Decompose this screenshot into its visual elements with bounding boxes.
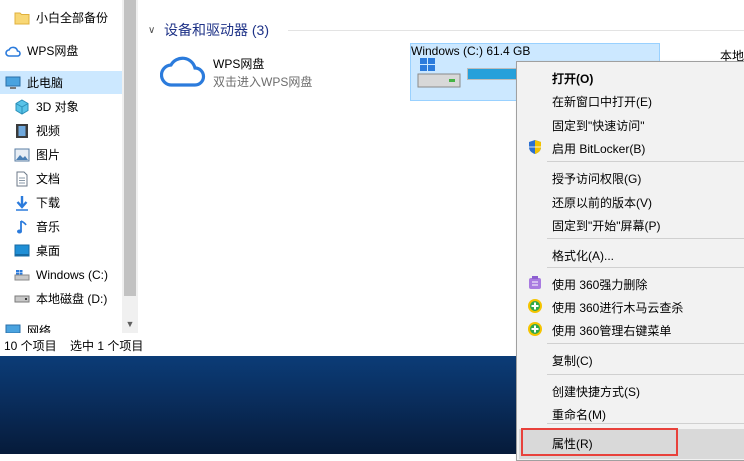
context-menu-item-4[interactable]: 授予访问权限(G)› [519,166,744,188]
context-menu-item-2[interactable]: 固定到"快速访问" [519,113,744,135]
windows-drive-icon [14,267,30,283]
context-menu-item-1[interactable]: 在新窗口中打开(E) [519,89,744,111]
computer-icon [5,75,21,91]
scroll-down-arrow-icon[interactable]: ▼ [122,316,138,332]
3d-objects-icon [14,98,30,115]
wps-cloud-icon [159,52,206,91]
context-menu-item-6[interactable]: 固定到"开始"屏幕(P) [519,213,744,235]
desktop-icon [14,243,30,259]
context-menu-separator [547,374,744,375]
chevron-down-icon: ∨ [148,24,156,36]
context-menu-item-7[interactable]: 格式化(A)... [519,243,744,265]
highlight-annotation-box [521,428,678,456]
wps-cloud-name: WPS网盘 [213,57,265,71]
network-icon [5,322,21,333]
windows-drive-large-icon [416,56,462,93]
context-menu-label: 固定到"快速访问" [552,119,645,133]
context-menu-label: 固定到"开始"屏幕(P) [552,219,661,233]
context-menu-label: 启用 BitLocker(B) [552,142,646,156]
sidebar-item-this-pc[interactable]: 此电脑 [0,71,122,94]
360-scan-icon [527,298,543,314]
context-menu-item-5[interactable]: 还原以前的版本(V) [519,190,744,212]
context-menu-item-13[interactable]: 重命名(M) [519,402,744,424]
context-menu-item-9[interactable]: 使用 360进行木马云查杀 [519,295,744,317]
context-menu-item-8[interactable]: 使用 360强力删除 [519,272,744,294]
sidebar-item-drive-c[interactable]: Windows (C:) [0,263,122,286]
context-menu-label: 复制(C) [552,354,593,368]
sidebar-item-desktop[interactable]: 桌面 [0,239,122,262]
context-menu-label: 使用 360进行木马云查杀 [552,301,684,315]
360-delete-icon [527,275,543,291]
sidebar-item-pictures[interactable]: 图片 [0,143,122,166]
context-menu-label: 在新窗口中打开(E) [552,95,652,109]
sidebar-scrollbar[interactable]: ▼ [122,0,138,333]
context-menu-item-11[interactable]: 复制(C) [519,348,744,370]
context-menu-item-10[interactable]: 使用 360管理右键菜单 [519,318,744,340]
wps-cloud-subtitle: 双击进入WPS网盘 [213,75,313,89]
context-menu-label: 还原以前的版本(V) [552,196,652,210]
context-menu-label: 打开(O) [552,72,594,86]
sidebar-item-network[interactable]: 网络 [0,318,122,333]
sidebar-item-music[interactable]: 音乐 [0,215,122,238]
group-divider [288,30,744,31]
sidebar-item-videos[interactable]: 视频 [0,119,122,142]
context-menu-separator [547,423,744,424]
sidebar-item-backup-folder[interactable]: 小白全部备份 [0,6,122,29]
context-menu-label: 使用 360管理右键菜单 [552,324,672,338]
context-menu-item-3[interactable]: 启用 BitLocker(B) [519,136,744,158]
uac-shield-icon [527,139,543,155]
documents-icon [14,171,30,187]
context-menu-separator [547,267,744,268]
sidebar-item-3d-objects[interactable]: 3D 对象 [0,95,122,118]
sidebar-scrollbar-thumb[interactable] [124,0,136,296]
wps-cloud-tile[interactable]: WPS网盘 双击进入WPS网盘 [159,52,360,100]
drive-c-free-space: 61.4 GB [486,44,531,58]
pictures-icon [14,147,30,163]
context-menu-separator [547,238,744,239]
context-menu: 打开(O) 在新窗口中打开(E) 固定到"快速访问" 启用 BitLocker(B) 授… [516,61,744,461]
download-icon [14,195,30,211]
music-icon [14,219,30,235]
sidebar-item-drive-d[interactable]: 本地磁盘 (D:) [0,287,122,310]
context-menu-label: 创建快捷方式(S) [552,385,640,399]
context-menu-label: 格式化(A)... [552,249,614,263]
context-menu-item-12[interactable]: 创建快捷方式(S) [519,379,744,401]
local-disk-icon [14,291,30,307]
context-menu-label: 授予访问权限(G) [552,172,642,186]
sidebar-item-downloads[interactable]: 下载 [0,191,122,214]
video-icon [14,123,30,139]
navigation-pane: 小白全部备份 WPS网盘 此电脑 3D 对象 视频 图片 文档 下载 音乐 桌面… [0,0,122,333]
sidebar-item-documents[interactable]: 文档 [0,167,122,190]
context-menu-separator [547,343,744,344]
group-title: 设备和驱动器 (3) [164,22,269,38]
cloud-icon [5,43,21,59]
context-menu-label: 使用 360强力删除 [552,278,648,292]
status-item-count: 10 个项目 [4,339,57,353]
context-menu-item-0[interactable]: 打开(O) [519,66,744,88]
context-menu-label: 重命名(M) [552,408,606,422]
group-header-devices[interactable]: ∨ 设备和驱动器 (3) [148,20,269,40]
status-selected-count: 选中 1 个项目 [70,339,144,353]
context-menu-separator [547,161,744,162]
sidebar-item-wps-cloud[interactable]: WPS网盘 [0,39,122,62]
folder-icon [14,10,30,26]
360-manage-icon [527,321,543,337]
